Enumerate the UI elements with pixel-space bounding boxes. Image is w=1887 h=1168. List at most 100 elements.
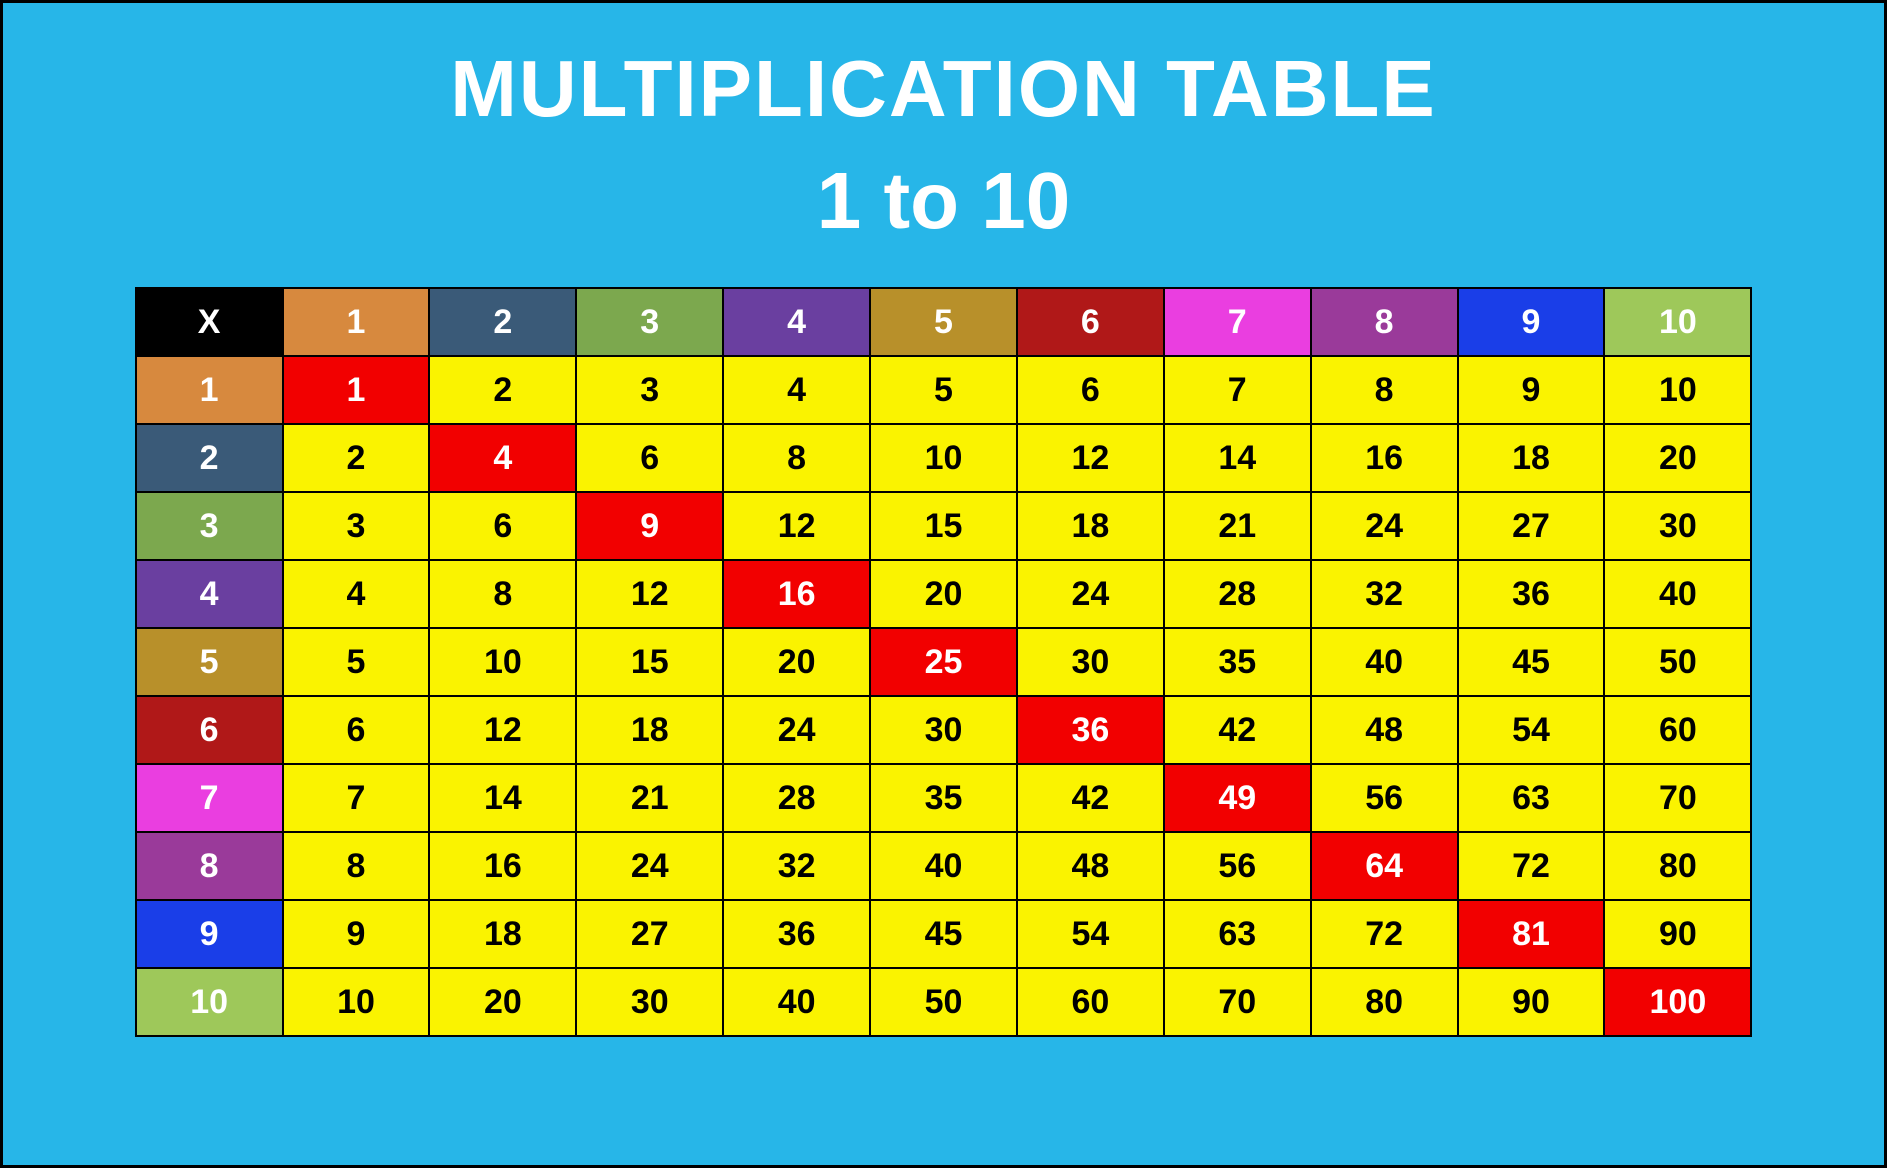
diagonal-cell: 9 <box>576 492 723 560</box>
header-row: X 1 2 3 4 5 6 7 8 9 10 <box>136 288 1752 356</box>
value-cell: 56 <box>1311 764 1458 832</box>
value-cell: 16 <box>429 832 576 900</box>
value-cell: 7 <box>283 764 430 832</box>
value-cell: 30 <box>1604 492 1751 560</box>
multiplication-table: X 1 2 3 4 5 6 7 8 9 10 11234567891022468… <box>135 287 1753 1037</box>
value-cell: 8 <box>1311 356 1458 424</box>
value-cell: 36 <box>723 900 870 968</box>
diagonal-cell: 1 <box>283 356 430 424</box>
value-cell: 48 <box>1017 832 1164 900</box>
value-cell: 35 <box>870 764 1017 832</box>
value-cell: 54 <box>1458 696 1605 764</box>
value-cell: 16 <box>1311 424 1458 492</box>
col-header: 1 <box>283 288 430 356</box>
col-header: 7 <box>1164 288 1311 356</box>
value-cell: 18 <box>1017 492 1164 560</box>
value-cell: 36 <box>1458 560 1605 628</box>
value-cell: 6 <box>576 424 723 492</box>
value-cell: 30 <box>1017 628 1164 696</box>
col-header: 3 <box>576 288 723 356</box>
value-cell: 4 <box>283 560 430 628</box>
value-cell: 24 <box>1017 560 1164 628</box>
corner-cell: X <box>136 288 283 356</box>
value-cell: 10 <box>429 628 576 696</box>
value-cell: 27 <box>576 900 723 968</box>
value-cell: 90 <box>1604 900 1751 968</box>
value-cell: 4 <box>723 356 870 424</box>
value-cell: 8 <box>429 560 576 628</box>
value-cell: 3 <box>283 492 430 560</box>
page-subtitle: 1 to 10 <box>817 155 1070 247</box>
value-cell: 18 <box>429 900 576 968</box>
table-row: 88162432404856647280 <box>136 832 1752 900</box>
value-cell: 6 <box>283 696 430 764</box>
value-cell: 12 <box>576 560 723 628</box>
value-cell: 14 <box>1164 424 1311 492</box>
value-cell: 63 <box>1164 900 1311 968</box>
value-cell: 12 <box>429 696 576 764</box>
col-header: 5 <box>870 288 1017 356</box>
value-cell: 18 <box>1458 424 1605 492</box>
value-cell: 27 <box>1458 492 1605 560</box>
row-header: 7 <box>136 764 283 832</box>
value-cell: 6 <box>1017 356 1164 424</box>
diagonal-cell: 49 <box>1164 764 1311 832</box>
diagonal-cell: 64 <box>1311 832 1458 900</box>
table-row: 10102030405060708090100 <box>136 968 1752 1036</box>
value-cell: 90 <box>1458 968 1605 1036</box>
value-cell: 5 <box>870 356 1017 424</box>
value-cell: 21 <box>576 764 723 832</box>
value-cell: 9 <box>283 900 430 968</box>
diagonal-cell: 16 <box>723 560 870 628</box>
table-row: 336912151821242730 <box>136 492 1752 560</box>
value-cell: 60 <box>1017 968 1164 1036</box>
diagonal-cell: 100 <box>1604 968 1751 1036</box>
value-cell: 9 <box>1458 356 1605 424</box>
row-header: 8 <box>136 832 283 900</box>
value-cell: 72 <box>1458 832 1605 900</box>
value-cell: 72 <box>1311 900 1458 968</box>
value-cell: 14 <box>429 764 576 832</box>
value-cell: 40 <box>870 832 1017 900</box>
value-cell: 80 <box>1311 968 1458 1036</box>
row-header: 5 <box>136 628 283 696</box>
value-cell: 15 <box>870 492 1017 560</box>
row-header: 4 <box>136 560 283 628</box>
value-cell: 15 <box>576 628 723 696</box>
table-body: 1123456789102246810121416182033691215182… <box>136 356 1752 1036</box>
col-header: 9 <box>1458 288 1605 356</box>
table-row: 4481216202428323640 <box>136 560 1752 628</box>
value-cell: 50 <box>1604 628 1751 696</box>
row-header: 10 <box>136 968 283 1036</box>
value-cell: 10 <box>283 968 430 1036</box>
value-cell: 2 <box>283 424 430 492</box>
value-cell: 80 <box>1604 832 1751 900</box>
value-cell: 42 <box>1164 696 1311 764</box>
col-header: 8 <box>1311 288 1458 356</box>
value-cell: 45 <box>1458 628 1605 696</box>
value-cell: 50 <box>870 968 1017 1036</box>
value-cell: 63 <box>1458 764 1605 832</box>
value-cell: 24 <box>576 832 723 900</box>
value-cell: 20 <box>723 628 870 696</box>
value-cell: 40 <box>723 968 870 1036</box>
value-cell: 8 <box>283 832 430 900</box>
value-cell: 40 <box>1604 560 1751 628</box>
value-cell: 12 <box>1017 424 1164 492</box>
table-row: 77142128354249566370 <box>136 764 1752 832</box>
value-cell: 7 <box>1164 356 1311 424</box>
diagonal-cell: 4 <box>429 424 576 492</box>
value-cell: 2 <box>429 356 576 424</box>
page-title: MULTIPLICATION TABLE <box>450 43 1437 135</box>
value-cell: 12 <box>723 492 870 560</box>
value-cell: 8 <box>723 424 870 492</box>
value-cell: 32 <box>1311 560 1458 628</box>
table-row: 99182736455463728190 <box>136 900 1752 968</box>
value-cell: 20 <box>870 560 1017 628</box>
value-cell: 48 <box>1311 696 1458 764</box>
value-cell: 54 <box>1017 900 1164 968</box>
table-row: 112345678910 <box>136 356 1752 424</box>
value-cell: 21 <box>1164 492 1311 560</box>
value-cell: 32 <box>723 832 870 900</box>
row-header: 9 <box>136 900 283 968</box>
